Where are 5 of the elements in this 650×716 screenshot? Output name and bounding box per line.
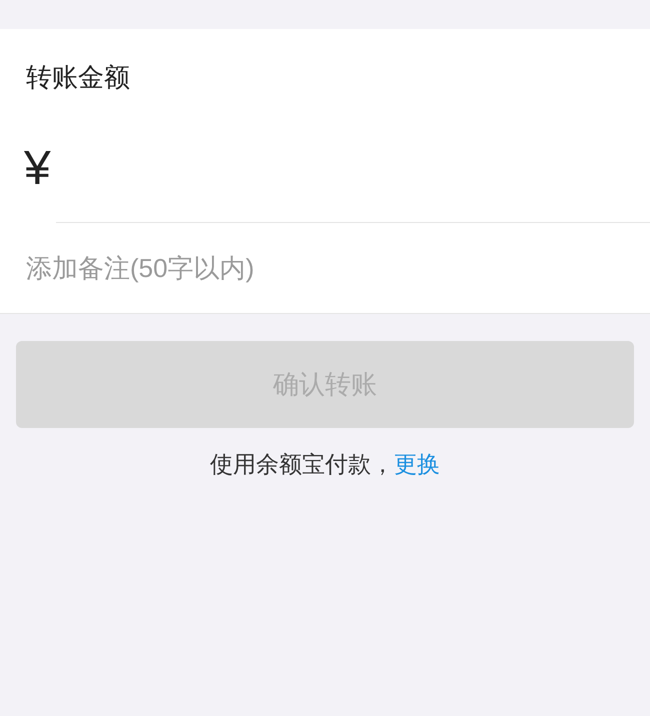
note-field[interactable]: 添加备注(50字以内) <box>26 250 586 286</box>
currency-symbol: ¥ <box>24 142 51 194</box>
payment-method-text: 使用余额宝付款，更换 <box>210 450 440 479</box>
change-link[interactable]: 更换 <box>394 451 440 477</box>
amount-label: 转账金额 <box>26 61 131 94</box>
